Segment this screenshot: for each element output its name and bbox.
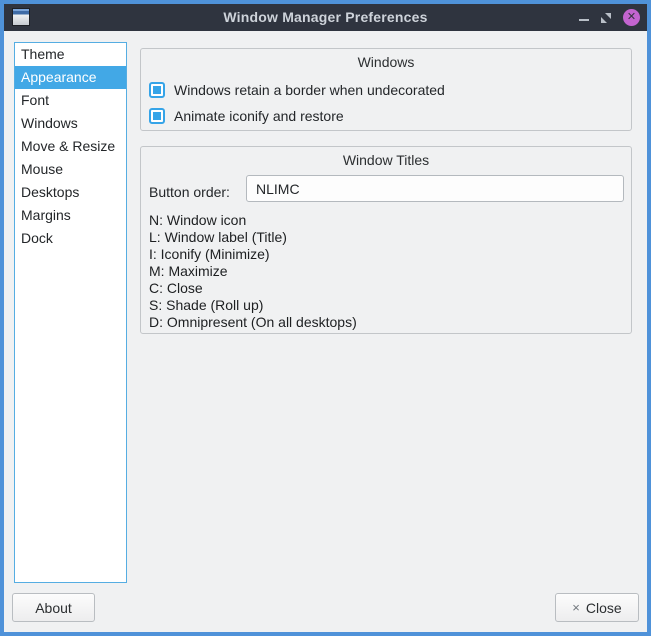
category-list: Theme Appearance Font Windows Move & Res… [14,42,127,583]
button-order-legend: N: Window icon L: Window label (Title) I… [149,212,357,331]
group-windows-title: Windows [141,54,631,70]
group-windows: Windows Windows retain a border when und… [140,48,632,131]
legend-line-d: D: Omnipresent (On all desktops) [149,314,357,331]
sidebar-item-margins[interactable]: Margins [15,204,126,227]
legend-line-m: M: Maximize [149,263,357,280]
titlebar-buttons: ✕ [579,4,640,31]
checkbox-row-animate-iconify: Animate iconify and restore [149,107,344,125]
minimize-icon[interactable] [579,19,589,21]
sidebar-item-desktops[interactable]: Desktops [15,181,126,204]
sidebar-item-dock[interactable]: Dock [15,227,126,250]
legend-line-l: L: Window label (Title) [149,229,357,246]
restore-icon[interactable] [600,12,612,24]
legend-line-c: C: Close [149,280,357,297]
checkbox-border-undecorated[interactable] [149,82,165,98]
sidebar-item-mouse[interactable]: Mouse [15,158,126,181]
about-button-label: About [35,600,72,616]
checkbox-row-border-undecorated: Windows retain a border when undecorated [149,81,445,99]
about-button[interactable]: About [12,593,95,622]
legend-line-s: S: Shade (Roll up) [149,297,357,314]
sidebar-item-font[interactable]: Font [15,89,126,112]
content-area: Theme Appearance Font Windows Move & Res… [4,31,647,632]
checkbox-border-undecorated-label[interactable]: Windows retain a border when undecorated [174,82,445,98]
legend-line-i: I: Iconify (Minimize) [149,246,357,263]
checkmark-icon [153,86,161,94]
close-button-x-icon: × [572,600,580,615]
group-window-titles-title: Window Titles [141,152,631,168]
button-order-input[interactable] [246,175,624,202]
checkbox-animate-iconify-label[interactable]: Animate iconify and restore [174,108,344,124]
sidebar-item-move-resize[interactable]: Move & Resize [15,135,126,158]
checkmark-icon [153,112,161,120]
button-order-label: Button order: [149,184,230,200]
legend-line-n: N: Window icon [149,212,357,229]
sidebar-item-windows[interactable]: Windows [15,112,126,135]
checkbox-animate-iconify[interactable] [149,108,165,124]
sidebar-item-theme[interactable]: Theme [15,43,126,66]
sidebar-item-appearance[interactable]: Appearance [15,66,126,89]
window-title: Window Manager Preferences [4,4,647,31]
titlebar: Window Manager Preferences ✕ [4,4,647,31]
close-button-label: Close [586,600,622,616]
window-manager-preferences-window: Window Manager Preferences ✕ Theme Appea… [0,0,651,636]
group-window-titles: Window Titles Button order: N: Window ic… [140,146,632,334]
close-window-icon[interactable]: ✕ [623,9,640,26]
close-button[interactable]: × Close [555,593,639,622]
